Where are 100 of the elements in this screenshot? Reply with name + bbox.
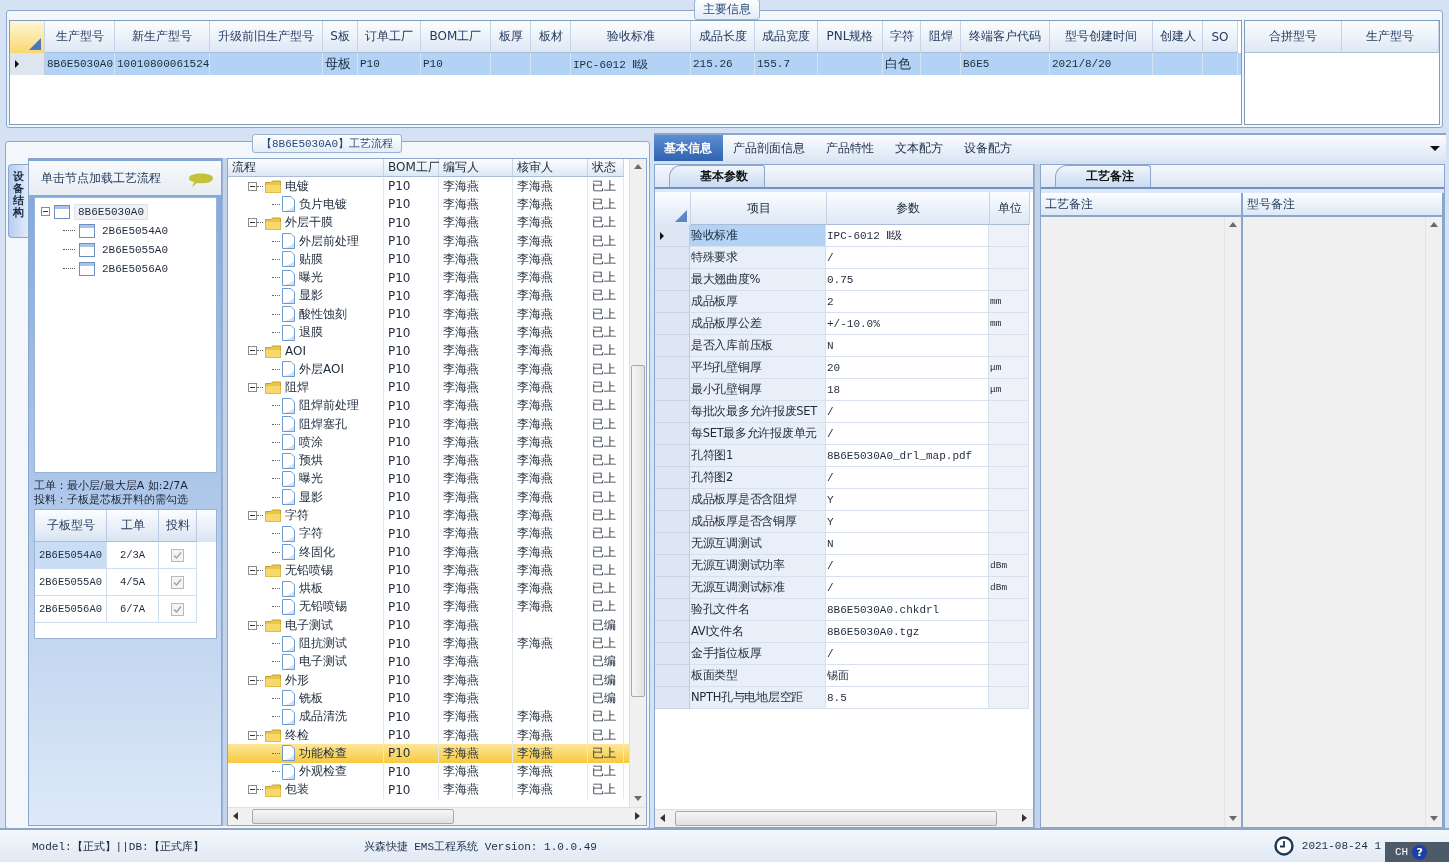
table-cell[interactable]: 无源互调测试 [690,533,826,555]
table-cell[interactable]: 平均孔壁铜厚 [690,357,826,379]
tree-row[interactable]: 字符 P10 李海燕 李海燕 已上 [228,506,629,525]
table-cell[interactable]: 无源互调测试标准 [690,577,826,599]
column-header[interactable]: 合拼型号 [1245,21,1342,53]
tree-row[interactable]: 烘板 P10 李海燕 李海燕 已上 [228,579,629,598]
column-header[interactable]: 新生产型号 [115,21,210,53]
tree-row[interactable]: 阻焊塞孔 P10 李海燕 李海燕 已上 [228,414,629,434]
scrollbar-thumb[interactable] [675,811,997,826]
tab[interactable]: 基本信息 [654,135,723,161]
table-cell[interactable]: 成品板厚是否含阻焊 [690,489,826,511]
scrollbar[interactable] [629,159,646,807]
column-header[interactable]: 板材 [531,21,571,53]
tree-row[interactable]: 喷涂 P10 李海燕 李海燕 已上 [228,433,629,452]
table-cell[interactable]: 最小孔壁铜厚 [690,379,826,401]
tree-row[interactable]: AOI P10 李海燕 李海燕 已上 [228,341,629,360]
column-header[interactable]: BOM工厂 [384,159,439,177]
tree-node[interactable]: 8B6E5030A0 [74,203,148,220]
collapse-icon[interactable] [248,785,257,795]
row-header[interactable] [655,225,690,247]
column-header[interactable]: 板厚 [491,21,531,53]
tree-row[interactable]: 终固化 P10 李海燕 李海燕 已上 [228,542,629,562]
collapse-icon[interactable] [248,730,257,740]
table-row[interactable]: 8B6E5030A0 10010800061524 母板 P10 P10 IPC-6012 Ⅱ级 215.26 155.7 白色 B6E5 2021/8/20 [10,53,1241,75]
tree-row[interactable]: 阻焊 P10 李海燕 李海燕 已上 [228,378,629,397]
tree-row[interactable]: 无铅喷锡 P10 李海燕 李海燕 已上 [228,561,629,580]
column-header[interactable]: 项目 [691,192,827,225]
column-header[interactable]: 字符 [883,21,921,53]
tree-row[interactable]: 退膜 P10 李海燕 李海燕 已上 [228,323,629,342]
tree-node[interactable]: 2B6E5056A0 [99,261,171,276]
checkbox[interactable] [171,575,184,589]
splitter-handle[interactable] [222,158,227,826]
collapse-icon[interactable] [248,218,257,228]
tree-row[interactable]: 字符 P10 李海燕 李海燕 已上 [228,524,629,543]
collapse-icon[interactable] [41,207,50,216]
table-cell[interactable]: 最大翘曲度% [690,269,826,291]
tree-row[interactable]: 包装 P10 李海燕 李海燕 已上 [228,780,629,800]
column-header[interactable]: 生产型号 [45,21,115,53]
tree-row[interactable]: 阻焊前处理 P10 李海燕 李海燕 已上 [228,396,629,415]
tree-row[interactable]: 负片电镀 P10 李海燕 李海燕 已上 [228,195,629,214]
scrollbar-thumb[interactable] [631,365,645,697]
column-header[interactable]: 验收标准 [571,21,691,53]
column-header[interactable]: 工单 [107,510,159,542]
tree-row[interactable]: 阻抗测试 P10 李海燕 李海燕 已上 [228,634,629,653]
tree-row[interactable]: 成品清洗 P10 李海燕 李海燕 已上 [228,707,629,726]
dropdown-arrow-icon[interactable] [1430,145,1440,151]
table-cell[interactable]: 2B6E5055A0 [35,569,107,596]
collapse-icon[interactable] [248,620,257,630]
tree-node[interactable]: 2B6E5054A0 [99,223,171,238]
column-header[interactable]: 参数 [827,192,990,225]
language-indicator[interactable]: CH [1395,846,1409,858]
table-cell[interactable]: 成品板厚 [690,291,826,313]
tree-row[interactable]: 外层前处理 P10 李海燕 李海燕 已上 [228,231,629,251]
column-header[interactable]: 成品长度 [691,21,755,53]
collapse-icon[interactable] [248,675,257,685]
table-cell[interactable]: 孔符图2 [690,467,826,489]
column-header[interactable]: 订单工厂 [358,21,421,53]
tree-row[interactable]: 曝光 P10 李海燕 李海燕 已上 [228,268,629,287]
tab[interactable]: 工艺备注 [1055,165,1151,187]
tree-row[interactable]: 外形 P10 李海燕 已编 [228,671,629,690]
collapse-icon[interactable] [248,382,257,392]
tree-row[interactable]: 酸性蚀刻 P10 李海燕 李海燕 已上 [228,305,629,324]
table-cell[interactable]: 特殊要求 [690,247,826,269]
checkbox[interactable] [171,548,184,562]
table-cell[interactable]: NPTH孔与电地层空距 [690,687,826,709]
table-cell[interactable]: 每批次最多允许报废SET [690,401,826,423]
tree-row[interactable]: 显影 P10 李海燕 李海燕 已上 [228,488,629,507]
tree-row[interactable]: 铣板 P10 李海燕 已编 [228,689,629,708]
column-header[interactable]: 状态 [588,159,624,177]
table-cell[interactable]: 成品板厚公差 [690,313,826,335]
column-header[interactable]: 终端客户代码 [961,21,1050,53]
tree-row[interactable]: 功能检查 P10 李海燕 李海燕 已上 [228,744,629,763]
tree-row[interactable]: 曝光 P10 李海燕 李海燕 已上 [228,469,629,489]
table-cell[interactable]: 成品板厚是否含铜厚 [690,511,826,533]
column-header[interactable]: 单位 [990,192,1030,225]
column-header[interactable]: 投料 [159,510,197,542]
tab[interactable]: 产品特性 [816,135,885,161]
tree-row[interactable]: 显影 P10 李海燕 李海燕 已上 [228,286,629,306]
select-all-corner[interactable] [655,192,691,225]
column-header[interactable]: 流程 [228,159,384,177]
column-header[interactable]: 升级前旧生产型号 [210,21,323,53]
table-cell[interactable]: 孔符图1 [690,445,826,467]
checkbox[interactable] [171,602,184,616]
collapse-icon[interactable] [248,511,257,520]
tree-row[interactable]: 电子测试 P10 李海燕 已编 [228,652,629,671]
table-cell[interactable]: AVI文件名 [690,621,826,643]
collapse-icon[interactable] [248,565,257,575]
column-header[interactable]: S板 [323,21,358,53]
tree-node[interactable]: 2B6E5055A0 [99,242,171,257]
tree-row[interactable]: 外层AOI P10 李海燕 李海燕 已上 [228,359,629,379]
column-header[interactable]: PNL规格 [818,21,883,53]
table-cell[interactable]: 2B6E5054A0 [35,542,107,569]
tree-row[interactable]: 外层干膜 P10 李海燕 李海燕 已上 [228,213,629,232]
column-header[interactable]: BOM工厂 [421,21,491,53]
table-cell[interactable]: 每SET最多允许报废单元 [690,423,826,445]
column-header[interactable]: 阻焊 [921,21,961,53]
scrollbar[interactable] [228,807,646,825]
tab[interactable]: 文本配方 [885,135,954,161]
scrollbar[interactable] [655,809,1033,827]
tab[interactable]: 产品剖面信息 [723,135,816,161]
